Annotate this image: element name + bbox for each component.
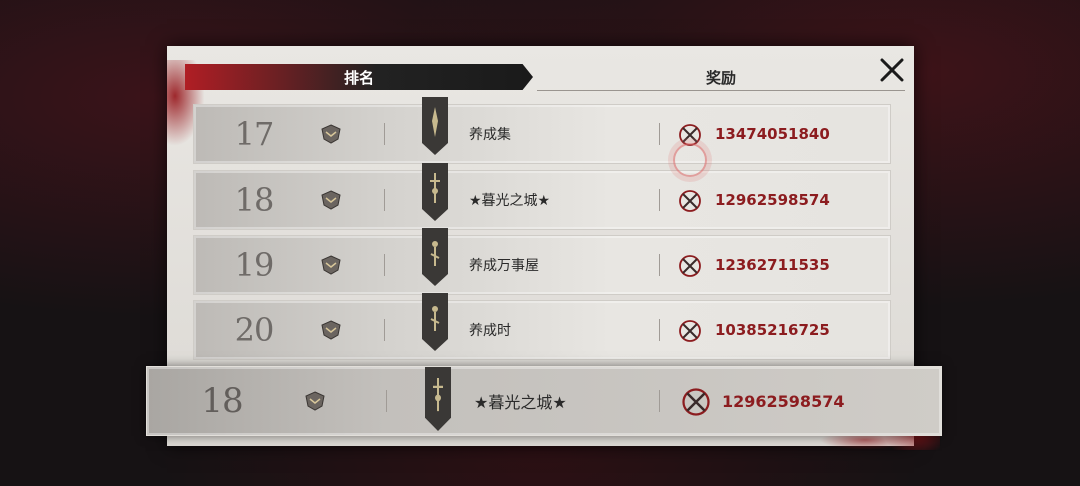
guild-name: ★暮光之城★ <box>469 193 551 209</box>
leaderboard-row[interactable]: 18 ★暮光之城★ 12962598574 <box>193 163 891 230</box>
tab-ranking[interactable]: 排名 <box>185 64 533 90</box>
divider <box>386 390 387 412</box>
divider <box>384 189 385 211</box>
score-value: 13474051840 <box>715 125 830 143</box>
leaderboard-row[interactable]: 17 养成集 13474051840 <box>193 97 891 164</box>
divider <box>384 319 385 341</box>
crossed-swords-icon <box>682 388 710 416</box>
divider <box>659 254 660 276</box>
close-x-icon <box>880 58 904 82</box>
guild-banner-icon <box>422 163 448 221</box>
divider <box>659 123 660 145</box>
guild-name: 养成万事屋 <box>469 258 539 274</box>
score-value: 12962598574 <box>722 391 845 411</box>
divider <box>384 254 385 276</box>
guild-banner-icon <box>425 367 451 431</box>
crossed-swords-icon <box>679 190 701 212</box>
guild-emblem-icon <box>305 391 325 411</box>
guild-name: 养成时 <box>469 323 511 339</box>
touch-indicator <box>673 143 707 177</box>
my-rank-row[interactable]: 18 ★暮光之城★ 12962598574 <box>146 366 942 436</box>
divider <box>659 390 660 412</box>
crossed-swords-icon <box>679 255 701 277</box>
rank-number: 18 <box>234 181 275 219</box>
rank-number: 20 <box>234 311 275 349</box>
guild-emblem-icon <box>321 255 341 275</box>
guild-banner-icon <box>422 293 448 351</box>
divider <box>384 123 385 145</box>
guild-emblem-icon <box>321 190 341 210</box>
leaderboard-row[interactable]: 19 养成万事屋 12362711535 <box>193 228 891 295</box>
guild-banner-icon <box>422 97 448 155</box>
tab-rewards[interactable]: 奖励 <box>537 64 905 91</box>
tab-bar: 排名 奖励 <box>185 64 905 91</box>
score-value: 12362711535 <box>715 256 830 274</box>
rank-number: 19 <box>234 246 275 284</box>
score-value: 12962598574 <box>715 191 830 209</box>
divider <box>659 189 660 211</box>
crossed-swords-icon <box>679 320 701 342</box>
guild-name: ★暮光之城★ <box>474 393 567 412</box>
score-value: 10385216725 <box>715 321 830 339</box>
guild-emblem-icon <box>321 320 341 340</box>
guild-emblem-icon <box>321 124 341 144</box>
divider <box>659 319 660 341</box>
guild-banner-icon <box>422 228 448 286</box>
leaderboard-row[interactable]: 20 养成时 10385216725 <box>193 293 891 360</box>
rank-number: 18 <box>201 381 243 421</box>
close-button[interactable] <box>876 54 908 86</box>
guild-name: 养成集 <box>469 127 511 143</box>
rank-number: 17 <box>234 115 275 153</box>
